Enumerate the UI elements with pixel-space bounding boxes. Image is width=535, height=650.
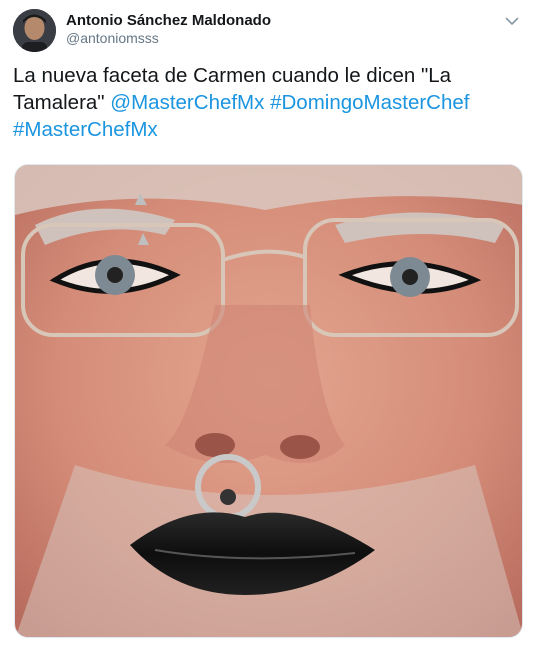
author-handle[interactable]: @antoniomsss: [66, 30, 159, 46]
tweet-photo[interactable]: [14, 164, 523, 638]
chevron-down-icon[interactable]: [503, 12, 521, 30]
tweet-text: La nueva faceta de Carmen cuando le dice…: [13, 62, 518, 143]
hashtag-link[interactable]: #DomingoMasterChef: [270, 91, 469, 114]
avatar[interactable]: [13, 9, 56, 52]
tweet-card: Antonio Sánchez Maldonado @antoniomsss L…: [0, 0, 535, 650]
author-display-name[interactable]: Antonio Sánchez Maldonado: [66, 12, 271, 29]
mention-link[interactable]: @MasterChefMx: [110, 91, 264, 114]
hashtag-link[interactable]: #MasterChefMx: [13, 118, 158, 141]
face-photo-illustration: [15, 165, 522, 637]
